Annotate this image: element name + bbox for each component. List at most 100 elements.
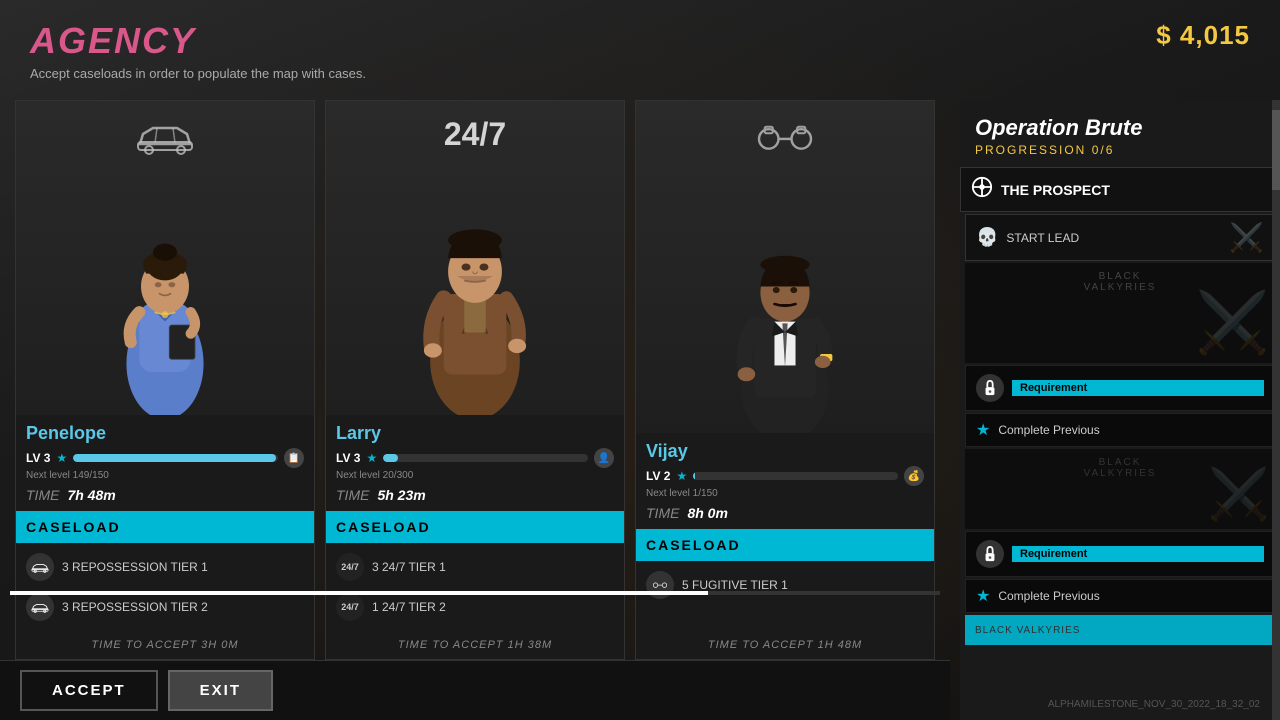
locked-requirement-1: Requirement bbox=[1012, 380, 1264, 396]
complete-text-1: Complete Previous bbox=[998, 423, 1099, 437]
list-item: 5 FUGITIVE TIER 1 bbox=[636, 565, 934, 605]
progression-value: 0/6 bbox=[1092, 143, 1115, 157]
vijay-time-label: TIME bbox=[646, 505, 679, 521]
lock-icon-2 bbox=[976, 540, 1004, 568]
scrollbar-thumb[interactable] bbox=[10, 591, 708, 595]
portrait-vijay bbox=[636, 101, 934, 433]
vijay-caseload-header: CASELOAD bbox=[636, 529, 934, 561]
larry-time-label: TIME bbox=[336, 487, 369, 503]
larry-time-row: TIME 5h 23m bbox=[336, 487, 614, 503]
vijay-case-1: 5 FUGITIVE TIER 1 bbox=[682, 578, 788, 592]
penelope-xp-bar bbox=[73, 454, 278, 462]
exit-button[interactable]: EXIT bbox=[168, 670, 273, 711]
larry-info: Larry LV 3 ★ 👤 Next level 20/300 TIME 5h… bbox=[326, 415, 624, 511]
version-text: ALPHAMILESTONE_NOV_30_2022_18_32_02 bbox=[1048, 699, 1260, 710]
vijay-caseload: CASELOAD 5 FUGITIVE TIER 1 bbox=[636, 529, 934, 631]
right-scroll-thumb[interactable] bbox=[1272, 110, 1280, 190]
valkyries-label-3: BLACK VALKYRIES bbox=[975, 625, 1080, 636]
vijay-time-row: TIME 8h 0m bbox=[646, 505, 924, 521]
larry-level-icon: 👤 bbox=[594, 448, 614, 468]
penelope-icon bbox=[135, 116, 195, 166]
agent-card-penelope[interactable]: Penelope LV 3 ★ 📋 Next level 149/150 TIM… bbox=[15, 100, 315, 660]
larry-time-value: 5h 23m bbox=[377, 487, 425, 503]
skull-icon: 💀 bbox=[976, 227, 998, 248]
valkyries-section-1: ⚔️ BLACKVALKYRIES bbox=[965, 263, 1275, 363]
valkyries-logo-1: ⚔️ bbox=[1229, 221, 1264, 254]
valkyries-section-2: ⚔️ BLACKVALKYRIES bbox=[965, 449, 1275, 529]
right-scrollbar[interactable] bbox=[1272, 100, 1280, 720]
larry-time-accept: TIME TO ACCEPT 1H 38M bbox=[326, 631, 624, 659]
vijay-level: LV 2 bbox=[646, 469, 670, 483]
larry-caseload: CASELOAD 24/7 3 24/7 TIER 1 24/7 1 24/7 … bbox=[326, 511, 624, 631]
larry-caseload-items: 24/7 3 24/7 TIER 1 24/7 1 24/7 TIER 2 bbox=[326, 543, 624, 631]
larry-case-2: 1 24/7 TIER 2 bbox=[372, 600, 446, 614]
vijay-info: Vijay LV 2 ★ 💰 Next level 1/150 TIME 8h … bbox=[636, 433, 934, 529]
repo-icon-2 bbox=[26, 593, 54, 621]
prospect-text: THE PROSPECT bbox=[1001, 182, 1110, 198]
penelope-name: Penelope bbox=[26, 423, 304, 444]
agent-card-larry[interactable]: 24/7 bbox=[325, 100, 625, 660]
penelope-time-label: TIME bbox=[26, 487, 59, 503]
horizontal-scrollbar[interactable] bbox=[10, 591, 940, 595]
main-content: Penelope LV 3 ★ 📋 Next level 149/150 TIM… bbox=[0, 100, 950, 660]
vijay-xp-text: Next level 1/150 bbox=[646, 488, 924, 499]
vijay-name: Vijay bbox=[646, 441, 924, 462]
penelope-case-2: 3 REPOSSESSION TIER 2 bbox=[62, 600, 208, 614]
op-complete-2: ★ Complete Previous bbox=[965, 579, 1275, 613]
vijay-caseload-items: 5 FUGITIVE TIER 1 bbox=[636, 561, 934, 631]
agents-row: Penelope LV 3 ★ 📋 Next level 149/150 TIM… bbox=[0, 100, 950, 660]
operation-progression: PROGRESSION 0/6 bbox=[975, 143, 1265, 157]
penelope-character bbox=[65, 175, 265, 415]
op-start-lead[interactable]: 💀 START LEAD ⚔️ bbox=[965, 214, 1275, 261]
penelope-info: Penelope LV 3 ★ 📋 Next level 149/150 TIM… bbox=[16, 415, 314, 511]
vijay-star: ★ bbox=[676, 469, 687, 483]
larry-xp-bar bbox=[383, 454, 588, 462]
larry-case-1: 3 24/7 TIER 1 bbox=[372, 560, 446, 574]
penelope-star: ★ bbox=[56, 451, 67, 465]
penelope-xp-fill bbox=[73, 454, 276, 462]
larry-case-icon-2: 24/7 bbox=[336, 593, 364, 621]
vijay-level-row: LV 2 ★ 💰 bbox=[646, 466, 924, 486]
portrait-larry: 24/7 bbox=[326, 101, 624, 415]
vijay-xp-fill bbox=[693, 472, 695, 480]
list-item: 3 REPOSSESSION TIER 1 bbox=[16, 547, 314, 587]
op-item-prospect: THE PROSPECT bbox=[960, 167, 1280, 212]
op-locked-2: Requirement bbox=[965, 531, 1275, 577]
larry-xp-fill bbox=[383, 454, 397, 462]
money-display: $ 4,015 bbox=[1156, 20, 1250, 51]
larry-case-icon-1: 24/7 bbox=[336, 553, 364, 581]
op-complete-1: ★ Complete Previous bbox=[965, 413, 1275, 447]
penelope-level-icon: 📋 bbox=[284, 448, 304, 468]
larry-character bbox=[375, 155, 575, 415]
larry-star: ★ bbox=[366, 451, 377, 465]
penelope-caseload: CASELOAD 3 REPOSSESSION TIER 1 bbox=[16, 511, 314, 631]
penelope-caseload-header: CASELOAD bbox=[16, 511, 314, 543]
larry-level: LV 3 bbox=[336, 451, 360, 465]
penelope-level-row: LV 3 ★ 📋 bbox=[26, 448, 304, 468]
prospect-title: THE PROSPECT bbox=[1001, 182, 1110, 198]
operation-items: THE PROSPECT 💀 START LEAD ⚔️ ⚔️ BLACKVAL… bbox=[960, 162, 1280, 720]
vijay-xp-bar bbox=[693, 472, 898, 480]
star-icon-1: ★ bbox=[976, 420, 990, 440]
complete-text-2: Complete Previous bbox=[998, 589, 1099, 603]
operation-title: Operation Brute bbox=[975, 115, 1265, 141]
compass-icon bbox=[971, 176, 993, 203]
bottom-bar: ACCEPT EXIT bbox=[0, 660, 950, 720]
list-item: 24/7 3 24/7 TIER 1 bbox=[326, 547, 624, 587]
vijay-character bbox=[685, 183, 885, 433]
penelope-time-value: 7h 48m bbox=[67, 487, 115, 503]
star-icon-2: ★ bbox=[976, 586, 990, 606]
vijay-icon bbox=[753, 116, 818, 171]
agent-card-vijay[interactable]: Vijay LV 2 ★ 💰 Next level 1/150 TIME 8h … bbox=[635, 100, 935, 660]
page-subtitle: Accept caseloads in order to populate th… bbox=[30, 66, 1250, 81]
penelope-level: LV 3 bbox=[26, 451, 50, 465]
valkyries-watermark-2: ⚔️ bbox=[1208, 465, 1270, 524]
larry-level-row: LV 3 ★ 👤 bbox=[336, 448, 614, 468]
accept-button[interactable]: ACCEPT bbox=[20, 670, 158, 711]
larry-name: Larry bbox=[336, 423, 614, 444]
op-locked-1: Requirement bbox=[965, 365, 1275, 411]
penelope-case-1: 3 REPOSSESSION TIER 1 bbox=[62, 560, 208, 574]
penelope-caseload-items: 3 REPOSSESSION TIER 1 3 REPOSSESSION TIE… bbox=[16, 543, 314, 631]
portrait-penelope bbox=[16, 101, 314, 415]
right-panel: Operation Brute PROGRESSION 0/6 THE PROS… bbox=[960, 100, 1280, 720]
